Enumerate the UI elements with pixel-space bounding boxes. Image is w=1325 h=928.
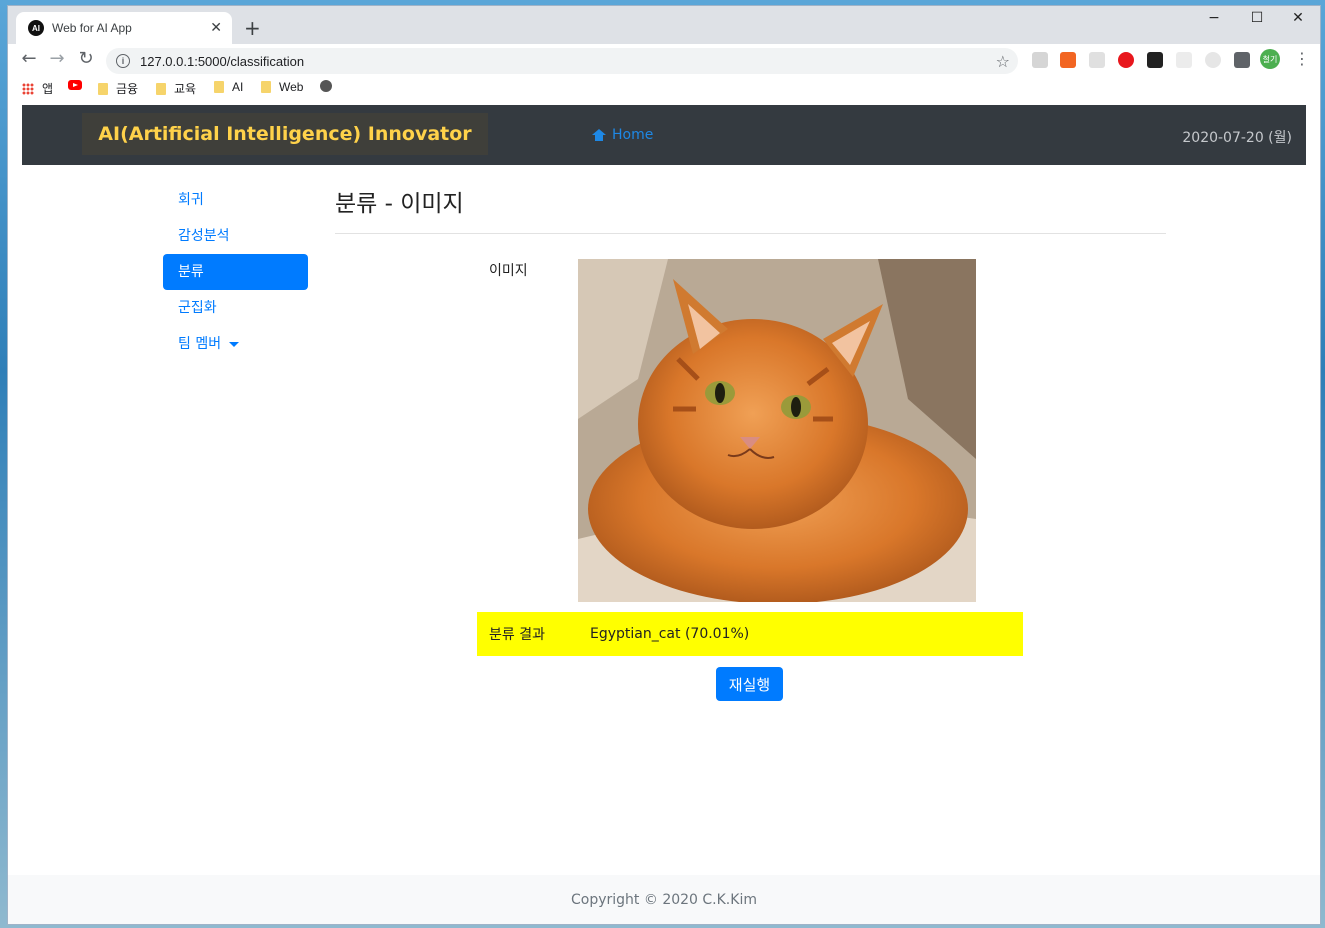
tab-close-icon[interactable]: ✕ [210, 20, 222, 36]
clock-extension-icon[interactable] [1205, 52, 1221, 68]
bookmark-globe[interactable] [320, 80, 332, 92]
page-title: 분류 - 이미지 [335, 191, 464, 217]
terminal-extension-icon[interactable] [1147, 52, 1163, 68]
browser-tab[interactable]: AI Web for AI App ✕ [16, 12, 232, 44]
current-date: 2020-07-20 (월) [1182, 130, 1292, 146]
folder-icon [156, 82, 166, 95]
copyright-text: Copyright © 2020 C.K.Kim [571, 891, 757, 908]
new-tab-icon[interactable]: + [244, 16, 261, 40]
tab-title: Web for AI App [52, 21, 132, 35]
divider [335, 233, 1166, 234]
home-icon [592, 129, 606, 141]
bookmark-folder-web[interactable]: Web [261, 80, 303, 94]
maximize-icon[interactable]: ☐ [1237, 10, 1277, 26]
screen-extension-icon[interactable] [1089, 52, 1105, 68]
back-icon[interactable]: ← [18, 48, 40, 69]
profile-avatar[interactable]: 철기 [1260, 49, 1280, 69]
rerun-button[interactable]: 재실행 [716, 667, 783, 701]
result-label: 분류 결과 [489, 627, 545, 643]
close-window-icon[interactable]: ✕ [1278, 10, 1318, 26]
image-label: 이미지 [489, 263, 528, 279]
browser-menu-icon[interactable]: ⋮ [1294, 49, 1310, 68]
bookmark-folder-ai[interactable]: AI [214, 80, 243, 94]
opera-extension-icon[interactable] [1118, 52, 1134, 68]
puzzle-extensions-icon[interactable] [1234, 52, 1250, 68]
bookmarks-bar: 앱 금융 교육 AI Web [8, 76, 1320, 100]
web-page: AI(Artificial Intelligence) Innovator Ho… [8, 100, 1320, 924]
minimize-icon[interactable]: − [1194, 10, 1234, 26]
bookmark-apps[interactable]: 앱 [22, 80, 53, 97]
caret-down-icon [229, 341, 240, 347]
bookmark-youtube[interactable] [68, 80, 82, 90]
sidebar-item-team-members[interactable]: 팀 멤버 [163, 326, 308, 362]
forward-icon[interactable]: → [46, 48, 68, 69]
bookmark-folder-finance[interactable]: 금융 [98, 80, 138, 97]
browser-window: AI Web for AI App ✕ + − ☐ ✕ ← → ↻ i 127.… [8, 6, 1320, 924]
reload-icon[interactable]: ↻ [75, 48, 97, 69]
globe-icon [320, 80, 332, 92]
sidebar-nav: 회귀 감성분석 분류 군집화 팀 멤버 [163, 182, 308, 362]
site-brand[interactable]: AI(Artificial Intelligence) Innovator [82, 113, 488, 155]
folder-icon [214, 81, 224, 93]
youtube-icon [68, 80, 82, 90]
sidebar-item-sentiment[interactable]: 감성분석 [163, 218, 308, 254]
home-link[interactable]: Home [592, 127, 653, 143]
page-footer: Copyright © 2020 C.K.Kim [8, 875, 1320, 924]
address-bar[interactable]: i 127.0.0.1:5000/classification ☆ [106, 48, 1018, 74]
blank-extension-icon[interactable] [1176, 52, 1192, 68]
sidebar-item-regression[interactable]: 회귀 [163, 182, 308, 218]
cat-image [578, 259, 976, 602]
home-label: Home [612, 127, 654, 143]
bookmark-star-icon[interactable]: ☆ [996, 52, 1010, 71]
tab-strip: AI Web for AI App ✕ + − ☐ ✕ [8, 6, 1320, 44]
cat-illustration [578, 259, 976, 602]
classification-result: 분류 결과 Egyptian_cat (70.01%) [477, 612, 1023, 656]
site-navbar: AI(Artificial Intelligence) Innovator Ho… [22, 105, 1306, 165]
folder-icon [261, 81, 271, 93]
ex-extension-icon[interactable] [1060, 52, 1076, 68]
sidebar-item-label: 팀 멤버 [178, 336, 222, 352]
url-text: 127.0.0.1:5000/classification [140, 53, 305, 69]
browser-toolbar: ← → ↻ i 127.0.0.1:5000/classification ☆ … [8, 44, 1320, 76]
pdf-extension-icon[interactable] [1032, 52, 1048, 68]
sidebar-item-clustering[interactable]: 군집화 [163, 290, 308, 326]
bookmark-folder-education[interactable]: 교육 [156, 80, 196, 97]
folder-icon [98, 82, 108, 95]
result-value: Egyptian_cat (70.01%) [590, 626, 750, 642]
site-info-icon[interactable]: i [116, 54, 130, 68]
favicon-icon: AI [28, 20, 44, 36]
sidebar-item-classification[interactable]: 분류 [163, 254, 308, 290]
apps-grid-icon [22, 82, 34, 95]
